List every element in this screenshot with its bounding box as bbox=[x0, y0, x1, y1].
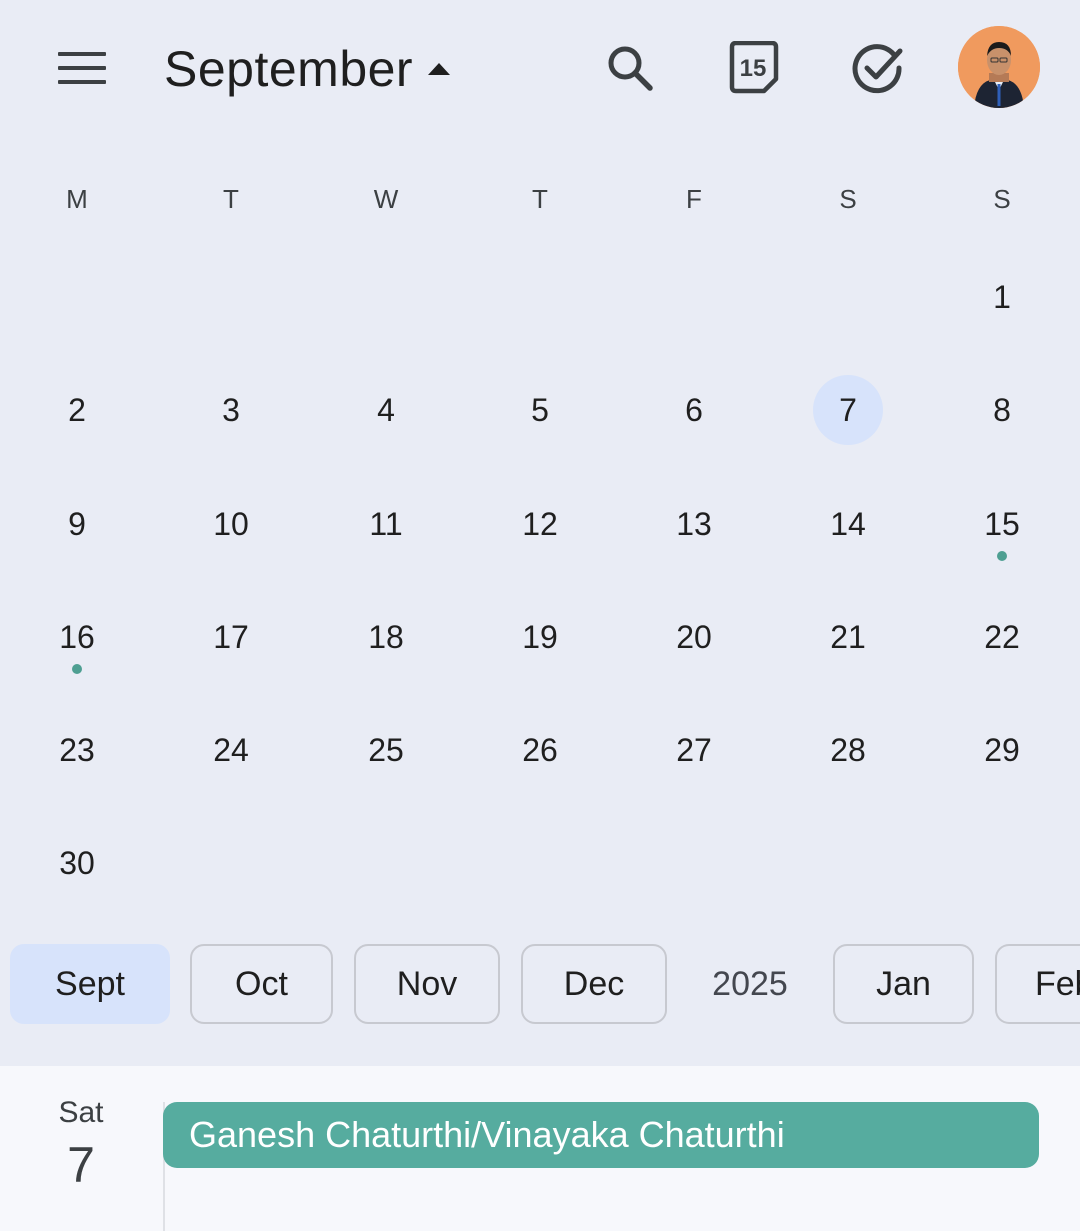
weekday-thu: T bbox=[532, 184, 548, 214]
calendar-today-icon: 15 bbox=[729, 41, 779, 94]
search-button[interactable] bbox=[592, 30, 668, 106]
event-day-of-week: Sat bbox=[58, 1096, 104, 1129]
year-label: 2025 bbox=[712, 964, 788, 1003]
month-chip-jan[interactable]: Jan bbox=[833, 944, 974, 1024]
top-app-bar: September 15 bbox=[0, 0, 1080, 140]
day-cell[interactable]: 3 bbox=[196, 375, 266, 445]
day-cell[interactable]: 30 bbox=[42, 828, 112, 898]
tasks-button[interactable] bbox=[840, 30, 916, 106]
day-cell-selected[interactable]: 7 bbox=[813, 375, 883, 445]
day-cell[interactable]: 22 bbox=[967, 602, 1037, 672]
caret-up-icon bbox=[427, 57, 451, 81]
day-cell[interactable]: 20 bbox=[659, 602, 729, 672]
day-cell[interactable]: 4 bbox=[351, 375, 421, 445]
weekday-fri: F bbox=[686, 184, 702, 214]
day-cell[interactable]: 18 bbox=[351, 602, 421, 672]
event-indicator-dot bbox=[72, 664, 82, 674]
weekday-mon: M bbox=[66, 184, 88, 214]
day-cell[interactable]: 15 bbox=[967, 489, 1037, 559]
month-selector[interactable]: September bbox=[164, 34, 451, 104]
weekday-tue: T bbox=[223, 184, 239, 214]
day-cell[interactable]: 26 bbox=[505, 715, 575, 785]
month-chip-sept[interactable]: Sept bbox=[10, 944, 170, 1024]
event-chip[interactable]: Ganesh Chaturthi/Vinayaka Chaturthi bbox=[163, 1102, 1039, 1168]
day-cell[interactable]: 17 bbox=[196, 602, 266, 672]
day-cell[interactable]: 5 bbox=[505, 375, 575, 445]
month-chip-feb[interactable]: Feb bbox=[995, 944, 1080, 1024]
today-button[interactable]: 15 bbox=[716, 30, 792, 106]
today-badge: 15 bbox=[740, 55, 767, 82]
day-cell[interactable]: 24 bbox=[196, 715, 266, 785]
day-cell[interactable]: 23 bbox=[42, 715, 112, 785]
account-avatar[interactable] bbox=[958, 26, 1040, 108]
event-indicator-dot bbox=[997, 551, 1007, 561]
month-chip-oct[interactable]: Oct bbox=[190, 944, 333, 1024]
day-cell[interactable]: 27 bbox=[659, 715, 729, 785]
events-panel: Sat 7 Ganesh Chaturthi/Vinayaka Chaturth… bbox=[0, 1066, 1080, 1231]
menu-button[interactable] bbox=[44, 30, 120, 106]
tasks-check-icon bbox=[852, 44, 903, 94]
day-cell[interactable]: 13 bbox=[659, 489, 729, 559]
event-day-number: 7 bbox=[67, 1137, 95, 1193]
day-cell[interactable]: 9 bbox=[42, 489, 112, 559]
day-cell[interactable]: 21 bbox=[813, 602, 883, 672]
weekday-wed: W bbox=[373, 184, 399, 214]
month-title: September bbox=[164, 41, 414, 97]
day-cell[interactable]: 19 bbox=[505, 602, 575, 672]
day-cell[interactable]: 16 bbox=[42, 602, 112, 672]
weekday-sun: S bbox=[993, 184, 1011, 214]
calendar-app: September 15 M T W T F S S 1 2 3 4 5 6 7… bbox=[0, 0, 1080, 1231]
day-cell[interactable]: 14 bbox=[813, 489, 883, 559]
month-chip-nov[interactable]: Nov bbox=[354, 944, 500, 1024]
day-cell[interactable]: 2 bbox=[42, 375, 112, 445]
day-cell[interactable]: 6 bbox=[659, 375, 729, 445]
day-cell[interactable]: 25 bbox=[351, 715, 421, 785]
day-cell[interactable]: 11 bbox=[351, 489, 421, 559]
day-cell[interactable]: 10 bbox=[196, 489, 266, 559]
avatar-photo bbox=[958, 26, 1040, 108]
month-chip-dec[interactable]: Dec bbox=[521, 944, 667, 1024]
menu-icon bbox=[58, 52, 106, 84]
day-cell[interactable]: 29 bbox=[967, 715, 1037, 785]
search-icon bbox=[608, 46, 653, 91]
day-cell[interactable]: 28 bbox=[813, 715, 883, 785]
day-cell[interactable]: 12 bbox=[505, 489, 575, 559]
day-cell[interactable]: 1 bbox=[967, 262, 1037, 332]
day-cell[interactable]: 8 bbox=[967, 375, 1037, 445]
weekday-sat: S bbox=[839, 184, 857, 214]
